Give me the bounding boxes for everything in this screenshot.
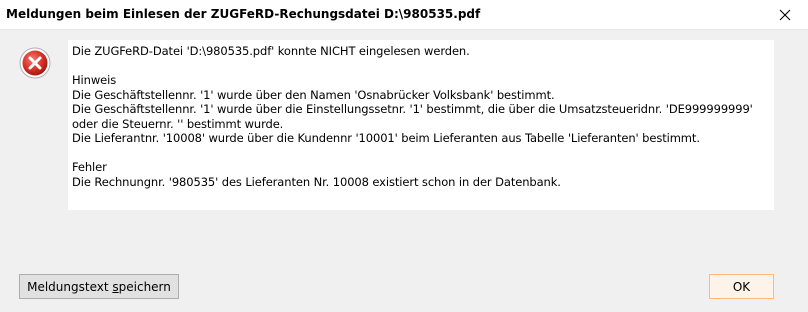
hint-heading: Hinweis (72, 73, 117, 87)
message-line: oder die Steuernr. '' bestimmt wurde. (72, 116, 284, 131)
ok-button-label: OK (732, 279, 751, 294)
close-button[interactable] (762, 0, 808, 30)
title-bar[interactable]: Meldungen beim Einlesen der ZUGFeRD-Rech… (0, 0, 808, 30)
message-line: Die Geschäftstellennr. '1' wurde über de… (72, 87, 555, 102)
error-heading: Fehler (72, 160, 107, 174)
save-message-button[interactable]: Meldungstext speichern (19, 274, 179, 299)
window-title: Meldungen beim Einlesen der ZUGFeRD-Rech… (6, 7, 481, 21)
close-icon (779, 9, 791, 21)
dialog-window: Meldungen beim Einlesen der ZUGFeRD-Rech… (0, 0, 808, 312)
message-text-area[interactable]: Die ZUGFeRD-Datei 'D:\980535.pdf' konnte… (68, 40, 774, 210)
save-button-label: Meldungstext speichern (27, 279, 171, 294)
message-line (72, 59, 770, 74)
error-icon (19, 47, 51, 79)
message-line: Die Rechnungnr. '980535' des Lieferanten… (72, 174, 561, 189)
message-line: Die Lieferantnr. '10008' wurde über die … (72, 131, 700, 145)
message-line: Die Geschäftstellennr. '1' wurde über di… (72, 102, 753, 116)
message-line: Die ZUGFeRD-Datei 'D:\980535.pdf' konnte… (72, 44, 470, 58)
message-line (72, 146, 770, 161)
ok-button[interactable]: OK (709, 274, 774, 299)
